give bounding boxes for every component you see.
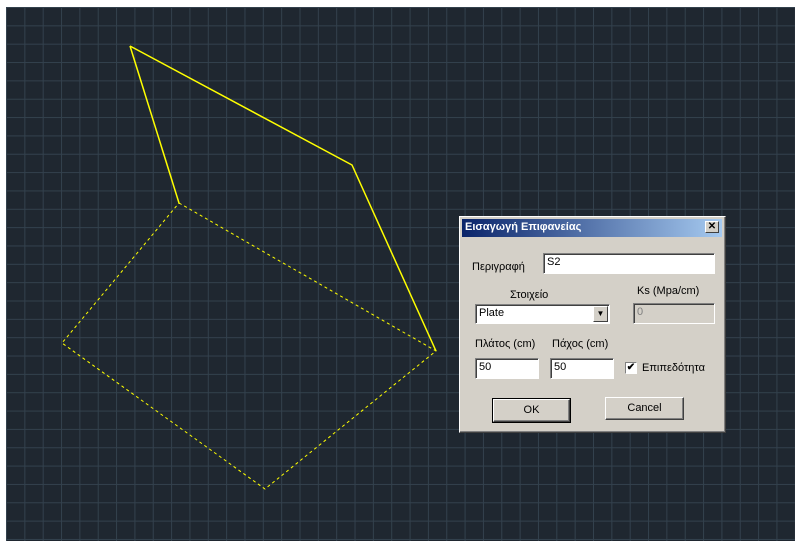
dialog-titlebar[interactable]: Εισαγωγή Επιφανείας ✕ <box>462 219 722 237</box>
solid-surface-edge[interactable] <box>129 45 180 204</box>
planarity-checkbox[interactable]: ✔ <box>625 362 637 374</box>
width-input[interactable]: 50 <box>475 358 539 379</box>
ks-input: 0 <box>633 303 715 324</box>
dashed-surface-outline[interactable] <box>61 202 437 490</box>
width-value: 50 <box>479 361 492 373</box>
ks-value: 0 <box>637 306 644 318</box>
planarity-label: Επιπεδότητα <box>642 362 705 374</box>
cancel-button[interactable]: Cancel <box>605 397 684 420</box>
description-input[interactable]: S2 <box>543 253 715 274</box>
close-icon[interactable]: ✕ <box>705 221 719 233</box>
element-select-value: Plate <box>479 307 505 319</box>
thickness-label: Πάχος (cm) <box>552 338 609 350</box>
insert-surface-dialog: Εισαγωγή Επιφανείας ✕ Περιγραφή S2 Στοιχ… <box>459 216 726 433</box>
chevron-down-icon[interactable]: ▼ <box>593 306 608 322</box>
solid-surface-outline[interactable] <box>129 45 437 352</box>
thickness-input[interactable]: 50 <box>550 358 614 379</box>
ok-button[interactable]: OK <box>492 398 571 423</box>
description-label: Περιγραφή <box>472 261 525 273</box>
width-label: Πλάτος (cm) <box>475 338 536 350</box>
dialog-title: Εισαγωγή Επιφανείας <box>465 221 582 233</box>
description-value: S2 <box>547 256 561 268</box>
element-label: Στοιχείο <box>510 289 549 301</box>
thickness-value: 50 <box>554 361 567 373</box>
ks-label: Ks (Mpa/cm) <box>637 285 700 297</box>
element-select[interactable]: Plate ▼ <box>475 304 610 324</box>
